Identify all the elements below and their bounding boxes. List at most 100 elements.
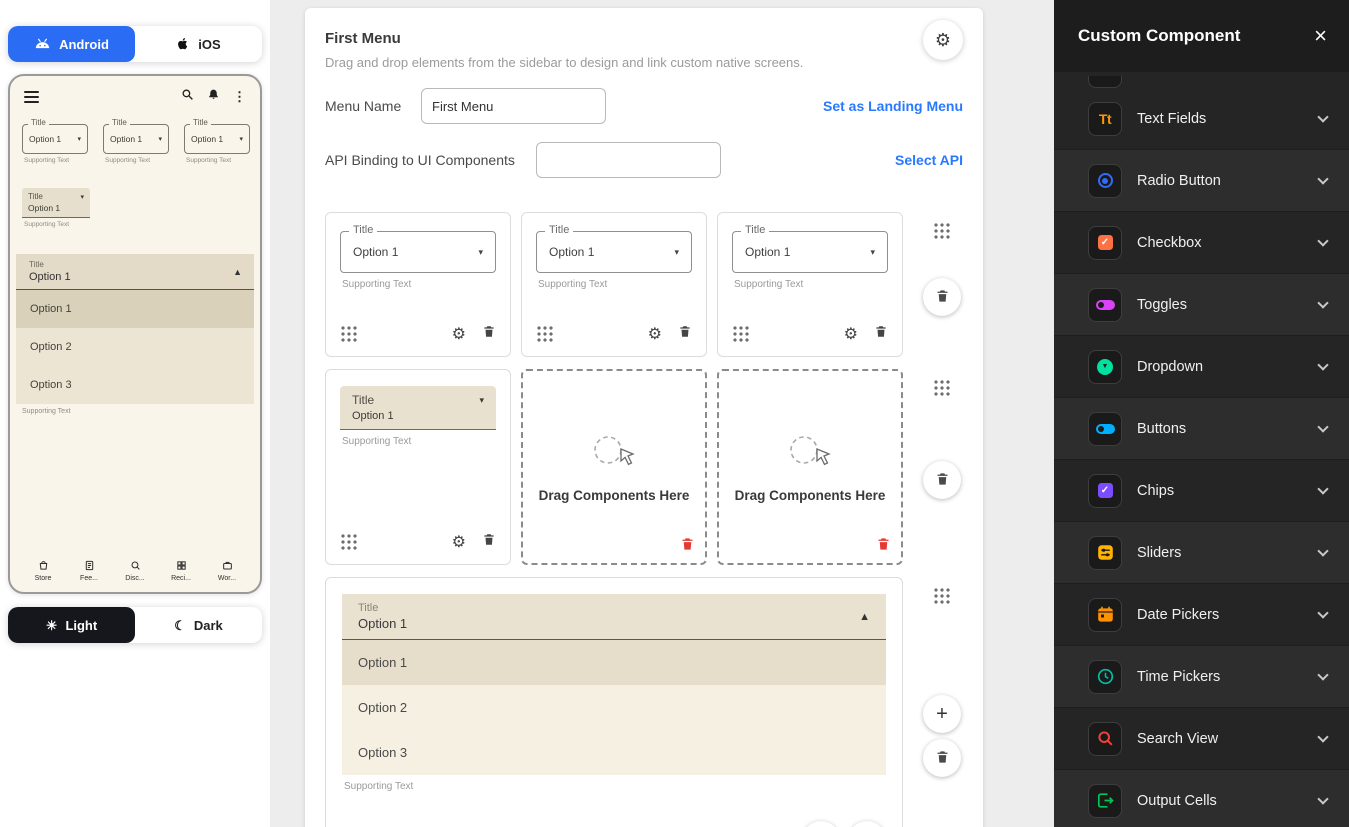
preview-dropdown[interactable]: Title Option 1 ▾ [22, 124, 88, 154]
component-item-toggles[interactable]: Toggles [1054, 274, 1349, 336]
dropdown-component[interactable]: Title Option 1 ▾ [732, 231, 888, 273]
bottom-nav-item[interactable]: Disc... [114, 560, 156, 582]
component-settings-button[interactable]: ⚙ [452, 324, 466, 344]
preview-dropdown[interactable]: Title Option 1 ▾ [103, 124, 169, 154]
light-theme-button[interactable]: ☀ Light [8, 607, 135, 643]
dropdown-option[interactable]: Option 3 [342, 730, 886, 775]
supporting-text: Supporting Text [342, 436, 496, 447]
component-item-buttons[interactable]: Buttons [1054, 398, 1349, 460]
expanded-dropdown-header[interactable]: Title Option 1 ▲ [16, 254, 254, 290]
kebab-icon[interactable]: ⋮ [233, 89, 246, 105]
component-item-output-cells[interactable]: Output Cells [1054, 770, 1349, 827]
bottom-nav-item[interactable]: Fee... [68, 560, 110, 582]
dropdown-option[interactable]: Option 1 [16, 290, 254, 328]
theme-toggle: ☀ Light ☾ Dark [8, 607, 262, 643]
component-settings-button[interactable]: ⚙ [802, 821, 840, 827]
preview-dropdown[interactable]: Title Option 1 ▾ [184, 124, 250, 154]
component-item-search-view[interactable]: Search View [1054, 708, 1349, 770]
chevron-up-icon: ▲ [859, 611, 870, 623]
set-landing-menu-link[interactable]: Set as Landing Menu [823, 98, 963, 114]
time-picker-icon [1088, 660, 1122, 694]
row-delete-button[interactable] [923, 461, 961, 499]
menu-icon[interactable] [24, 91, 39, 103]
component-card[interactable]: Title Option 1 ▾ Supporting Text ⚙ [717, 212, 903, 357]
component-card-expanded[interactable]: Title Option 1 ▲ Option 1 Option 2 Optio… [325, 577, 903, 827]
component-item-dropdown[interactable]: ▼ Dropdown [1054, 336, 1349, 398]
menu-editor-card: ⚙ First Menu Drag and drop elements from… [305, 8, 983, 827]
component-card[interactable]: Title Option 1 ▾ Supporting Text ⚙ [521, 212, 707, 357]
supporting-text: Supporting Text [186, 157, 250, 164]
dropdown-option[interactable]: Option 2 [342, 685, 886, 730]
component-item-radio-button[interactable]: Radio Button [1054, 150, 1349, 212]
menu-settings-button[interactable]: ⚙ [923, 20, 963, 60]
select-api-link[interactable]: Select API [895, 152, 963, 168]
component-item-time-pickers[interactable]: Time Pickers [1054, 646, 1349, 708]
dropdown-component[interactable]: Title Option 1 ▾ [340, 231, 496, 273]
component-delete-button[interactable] [482, 324, 496, 344]
preview-filled-dropdown[interactable]: Title ▾ Option 1 [22, 188, 90, 218]
row-delete-button[interactable] [923, 278, 961, 316]
expanded-dropdown-header[interactable]: Title Option 1 ▲ [342, 594, 886, 640]
bell-icon[interactable] [207, 88, 220, 106]
component-delete-button[interactable] [678, 324, 692, 344]
component-delete-button[interactable] [482, 532, 496, 552]
search-icon[interactable] [181, 88, 194, 106]
supporting-text: Supporting Text [24, 221, 90, 228]
dropdown-option[interactable]: Option 1 [342, 640, 886, 685]
dark-theme-button[interactable]: ☾ Dark [135, 607, 262, 643]
drop-zone[interactable]: Drag Components Here [717, 369, 903, 565]
ios-toggle-button[interactable]: iOS [135, 26, 262, 62]
component-card[interactable]: Title ▾ Option 1 Supporting Text ⚙ [325, 369, 511, 565]
filled-dropdown-component[interactable]: Title ▾ Option 1 [340, 386, 496, 430]
add-row-button[interactable]: + [923, 695, 961, 733]
drop-zone-delete-button[interactable] [680, 536, 695, 555]
drag-handle-icon[interactable] [732, 325, 750, 343]
component-item-sliders[interactable]: Sliders [1054, 522, 1349, 584]
menu-name-input[interactable] [421, 88, 606, 124]
preview-expanded-dropdown: Title Option 1 ▲ Option 1 Option 2 Optio… [16, 254, 254, 415]
dropdown-option[interactable]: Option 3 [16, 366, 254, 404]
component-item-checkbox[interactable]: ✓ Checkbox [1054, 212, 1349, 274]
component-settings-button[interactable]: ⚙ [844, 324, 858, 344]
component-item-date-pickers[interactable]: Date Pickers [1054, 584, 1349, 646]
api-binding-input[interactable] [536, 142, 721, 178]
chips-icon: ✓ [1088, 474, 1122, 508]
dropdown-label: Title [190, 119, 211, 128]
bottom-nav-item[interactable]: Reci... [160, 560, 202, 582]
chevron-down-icon [1317, 235, 1328, 246]
supporting-text: Supporting Text [734, 279, 888, 290]
component-card[interactable]: Title Option 1 ▾ Supporting Text ⚙ [325, 212, 511, 357]
row-delete-button[interactable] [923, 739, 961, 777]
drag-handle-icon[interactable] [536, 325, 554, 343]
chevron-down-icon [1317, 359, 1328, 370]
trash-icon [935, 749, 950, 768]
bottom-nav-item[interactable]: Wor... [206, 560, 248, 582]
dropdown-value: Option 1 [191, 134, 223, 144]
ios-label: iOS [198, 37, 220, 52]
drop-zone-delete-button[interactable] [876, 536, 891, 555]
component-delete-button[interactable] [874, 324, 888, 344]
radio-button-icon [1088, 164, 1122, 198]
android-toggle-button[interactable]: Android [8, 26, 135, 62]
supporting-text: Supporting Text [24, 157, 88, 164]
component-settings-button[interactable]: ⚙ [648, 324, 662, 344]
gear-icon: ⚙ [452, 324, 466, 344]
component-settings-button[interactable]: ⚙ [452, 532, 466, 552]
drop-zone[interactable]: Drag Components Here [521, 369, 707, 565]
component-delete-button[interactable] [848, 821, 886, 827]
component-item-text-fields[interactable]: Tt Text Fields [1054, 88, 1349, 150]
component-item-chips[interactable]: ✓ Chips [1054, 460, 1349, 522]
chevron-down-icon [1317, 297, 1328, 308]
drag-handle-icon[interactable] [340, 533, 358, 551]
row-drag-handle-icon[interactable] [933, 222, 951, 240]
dropdown-value: Option 1 [29, 134, 61, 144]
row-drag-handle-icon[interactable] [933, 379, 951, 397]
drag-handle-icon[interactable] [340, 325, 358, 343]
trash-icon [935, 471, 950, 490]
close-icon[interactable]: × [1314, 25, 1327, 47]
row-drag-handle-icon[interactable] [933, 587, 951, 605]
dropdown-value: Option 1 [28, 203, 84, 213]
dropdown-component[interactable]: Title Option 1 ▾ [536, 231, 692, 273]
bottom-nav-item[interactable]: Store [22, 560, 64, 582]
dropdown-option[interactable]: Option 2 [16, 328, 254, 366]
